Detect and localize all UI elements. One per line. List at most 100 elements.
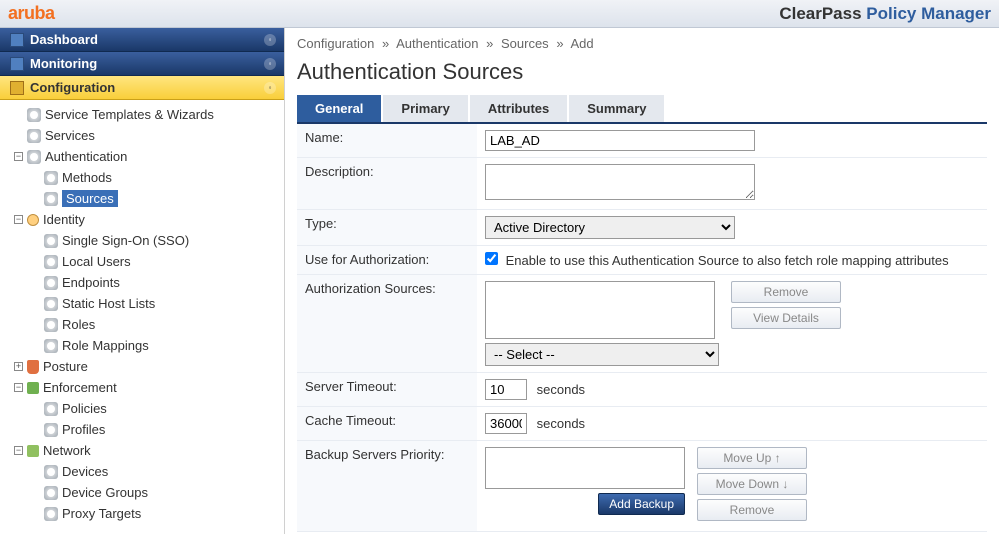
- gear-icon: [44, 276, 58, 290]
- tree-services[interactable]: Services: [0, 125, 284, 146]
- sidebar-label: Configuration: [30, 80, 115, 95]
- gear-icon: [44, 507, 58, 521]
- config-icon: [10, 81, 24, 95]
- sidebar-label: Dashboard: [30, 32, 98, 47]
- tree-service-templates[interactable]: Service Templates & Wizards: [0, 104, 284, 125]
- app-header: aruba ClearPass Policy Manager: [0, 0, 999, 28]
- network-icon: [27, 445, 39, 457]
- server-timeout-input[interactable]: [485, 379, 527, 400]
- use-auth-checkbox[interactable]: [485, 252, 498, 265]
- monitoring-icon: [10, 57, 24, 71]
- collapse-icon[interactable]: −: [14, 446, 23, 455]
- tab-summary[interactable]: Summary: [569, 95, 664, 122]
- tab-general[interactable]: General: [297, 95, 381, 122]
- tree-device-groups[interactable]: Device Groups: [0, 482, 284, 503]
- auth-sources-list[interactable]: [485, 281, 715, 339]
- seconds-unit: seconds: [537, 382, 585, 397]
- sidebar-section-dashboard[interactable]: Dashboard ◦: [0, 28, 284, 52]
- gear-icon: [44, 255, 58, 269]
- expand-icon[interactable]: +: [14, 362, 23, 371]
- tree-local-users[interactable]: Local Users: [0, 251, 284, 272]
- add-backup-button[interactable]: Add Backup: [598, 493, 685, 515]
- sidebar-label: Monitoring: [30, 56, 97, 71]
- tab-primary[interactable]: Primary: [383, 95, 467, 122]
- description-label: Description:: [297, 158, 477, 210]
- crumb[interactable]: Authentication: [396, 36, 478, 51]
- type-select[interactable]: Active Directory: [485, 216, 735, 239]
- gear-icon: [27, 108, 41, 122]
- breadcrumb: Configuration » Authentication » Sources…: [297, 36, 987, 51]
- name-input[interactable]: [485, 130, 755, 151]
- tree-identity[interactable]: −Identity: [0, 209, 284, 230]
- sidebar: Dashboard ◦ Monitoring ◦ Configuration ◦…: [0, 28, 285, 534]
- tree-enforcement[interactable]: −Enforcement: [0, 377, 284, 398]
- tree-authentication[interactable]: −Authentication: [0, 146, 284, 167]
- use-auth-text: Enable to use this Authentication Source…: [506, 253, 949, 268]
- gear-icon: [44, 192, 58, 206]
- product-name-a: ClearPass: [779, 4, 861, 23]
- chevron-icon: ◦: [264, 82, 276, 94]
- cache-timeout-input[interactable]: [485, 413, 527, 434]
- gear-icon: [44, 297, 58, 311]
- tree-sources[interactable]: Sources: [0, 188, 284, 209]
- description-input[interactable]: [485, 164, 755, 200]
- move-down-button[interactable]: Move Down ↓: [697, 473, 807, 495]
- name-label: Name:: [297, 124, 477, 158]
- remove-button[interactable]: Remove: [731, 281, 841, 303]
- product-name-b: Policy Manager: [866, 4, 991, 23]
- gear-icon: [44, 171, 58, 185]
- tree-policies[interactable]: Policies: [0, 398, 284, 419]
- page-title: Authentication Sources: [297, 59, 987, 85]
- type-label: Type:: [297, 210, 477, 246]
- cache-timeout-label: Cache Timeout:: [297, 407, 477, 441]
- tree-proxy-targets[interactable]: Proxy Targets: [0, 503, 284, 524]
- backup-list[interactable]: [485, 447, 685, 489]
- crumb: Add: [570, 36, 593, 51]
- server-icon: [27, 382, 39, 394]
- auth-sources-label: Authorization Sources:: [297, 275, 477, 373]
- main-content: Configuration » Authentication » Sources…: [285, 28, 999, 534]
- view-details-button[interactable]: View Details: [731, 307, 841, 329]
- collapse-icon[interactable]: −: [14, 152, 23, 161]
- sidebar-section-monitoring[interactable]: Monitoring ◦: [0, 52, 284, 76]
- gear-icon: [44, 465, 58, 479]
- product-title: ClearPass Policy Manager: [779, 4, 991, 24]
- gear-icon: [44, 234, 58, 248]
- brand-logo: aruba: [8, 3, 55, 24]
- tab-attributes[interactable]: Attributes: [470, 95, 567, 122]
- collapse-icon[interactable]: −: [14, 215, 23, 224]
- seconds-unit: seconds: [537, 416, 585, 431]
- crumb[interactable]: Configuration: [297, 36, 374, 51]
- dashboard-icon: [10, 33, 24, 47]
- tree-static-host[interactable]: Static Host Lists: [0, 293, 284, 314]
- auth-sources-select[interactable]: -- Select --: [485, 343, 719, 366]
- chevron-icon: ◦: [264, 58, 276, 70]
- nav-tree: Service Templates & Wizards Services −Au…: [0, 100, 284, 528]
- tree-roles[interactable]: Roles: [0, 314, 284, 335]
- tree-profiles[interactable]: Profiles: [0, 419, 284, 440]
- server-timeout-label: Server Timeout:: [297, 373, 477, 407]
- remove-backup-button[interactable]: Remove: [697, 499, 807, 521]
- gear-icon: [44, 318, 58, 332]
- tab-bar: General Primary Attributes Summary: [297, 95, 987, 124]
- gear-icon: [27, 129, 41, 143]
- identity-icon: [27, 214, 39, 226]
- tree-role-mappings[interactable]: Role Mappings: [0, 335, 284, 356]
- tree-methods[interactable]: Methods: [0, 167, 284, 188]
- tree-sso[interactable]: Single Sign-On (SSO): [0, 230, 284, 251]
- crumb[interactable]: Sources: [501, 36, 549, 51]
- gear-icon: [44, 339, 58, 353]
- sidebar-section-configuration[interactable]: Configuration ◦: [0, 76, 284, 100]
- shield-icon: [27, 360, 39, 374]
- tree-posture[interactable]: +Posture: [0, 356, 284, 377]
- gear-icon: [44, 402, 58, 416]
- tree-devices[interactable]: Devices: [0, 461, 284, 482]
- collapse-icon[interactable]: −: [14, 383, 23, 392]
- form-table: Name: Description: Type: Active Director…: [297, 124, 987, 532]
- backup-label: Backup Servers Priority:: [297, 441, 477, 532]
- gear-icon: [27, 150, 41, 164]
- gear-icon: [44, 486, 58, 500]
- tree-endpoints[interactable]: Endpoints: [0, 272, 284, 293]
- tree-network[interactable]: −Network: [0, 440, 284, 461]
- move-up-button[interactable]: Move Up ↑: [697, 447, 807, 469]
